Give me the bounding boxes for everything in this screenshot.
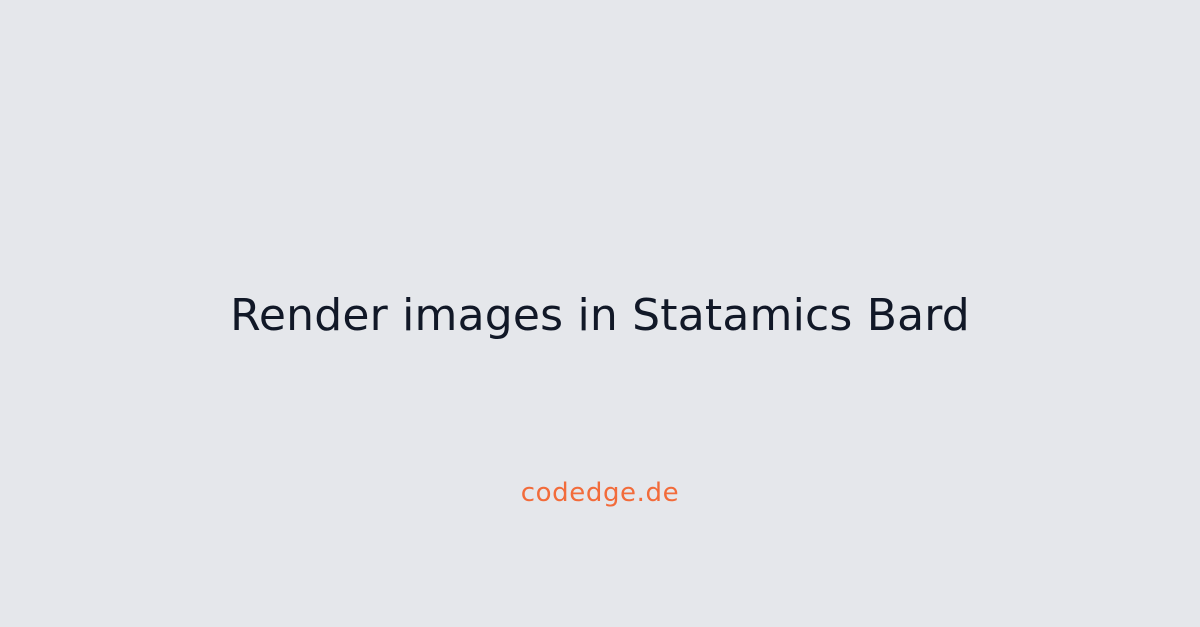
site-domain: codedge.de	[520, 478, 680, 508]
page-title: Render images in Statamics Bard	[230, 290, 970, 341]
social-preview-card: Render images in Statamics Bard codedge.…	[0, 0, 1200, 627]
